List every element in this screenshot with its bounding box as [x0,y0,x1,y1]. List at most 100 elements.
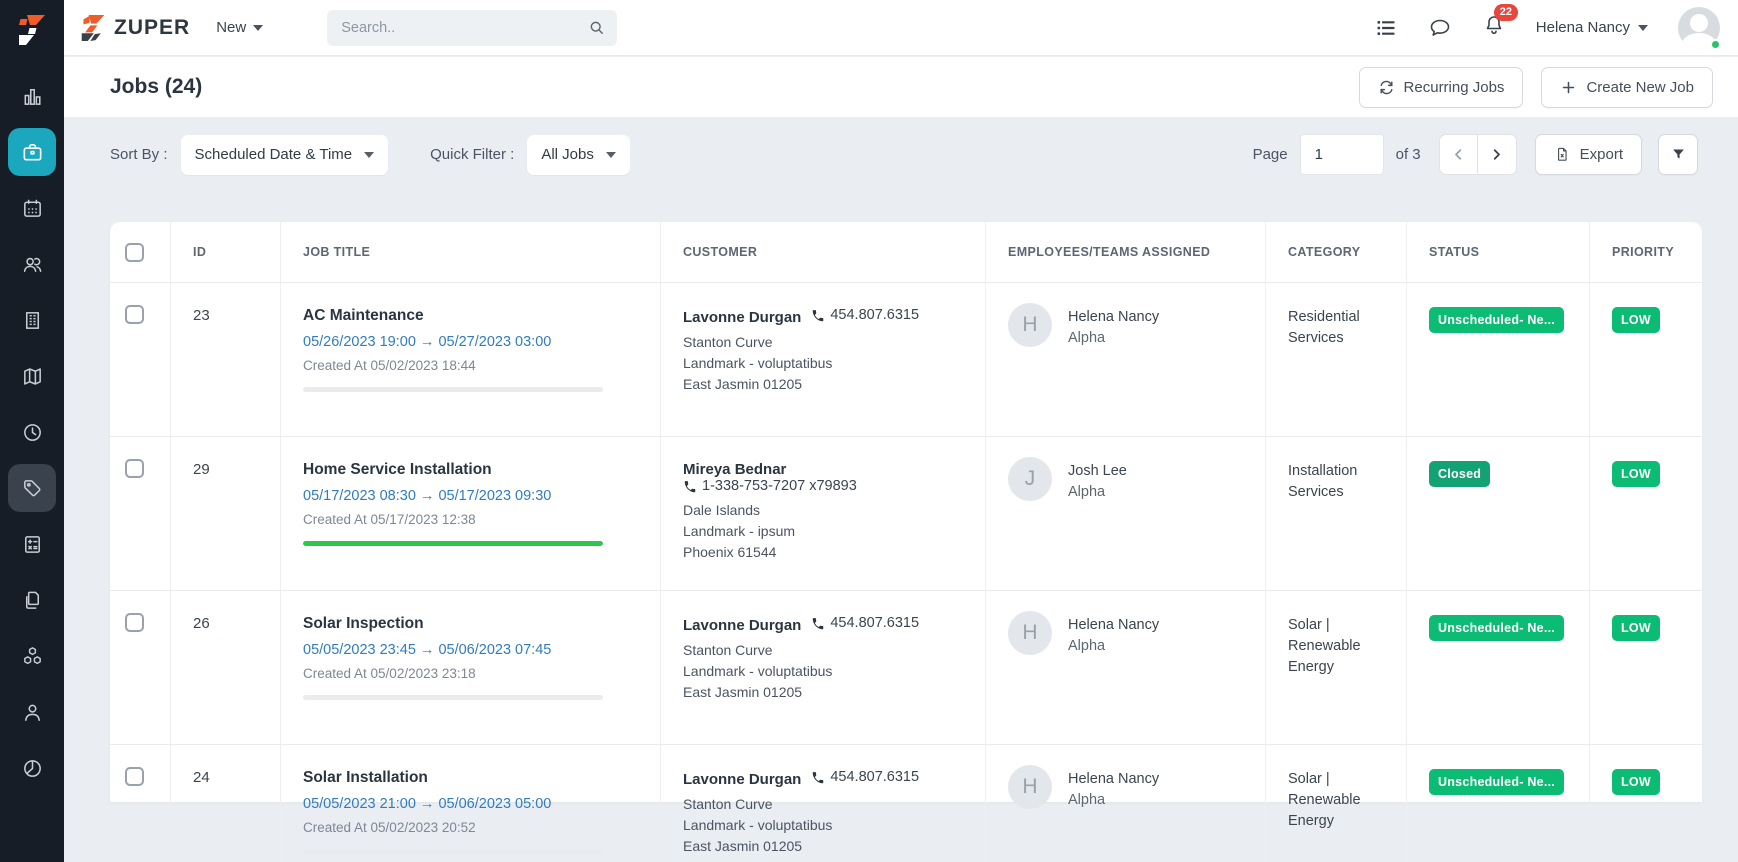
chevron-left-icon [1454,149,1461,160]
page-title: Jobs (24) [110,75,203,98]
team-name: Alpha [1068,638,1106,654]
priority-cell: LOW [1589,436,1702,590]
plus-icon [1563,81,1575,93]
col-priority: PRIORITY [1589,222,1702,282]
job-schedule-link[interactable]: 05/26/2023 19:00 → 05/27/2023 03:00 [303,334,644,350]
sidebar-item-customers[interactable] [8,688,56,736]
search-input[interactable] [327,9,618,46]
job-schedule-link[interactable]: 05/05/2023 23:45 → 05/06/2023 07:45 [303,642,644,658]
calculator-icon [24,535,40,553]
priority-badge: LOW [1612,461,1660,487]
row-checkbox[interactable] [125,305,144,324]
app-root: ZUPER New 22 Helena Nancy [0,0,1738,862]
customer-cell: Lavonne Durgan 454.807.6315 Stanton Curv… [660,744,985,862]
person-icon [24,704,40,721]
status-badge: Unscheduled- Ne... [1429,615,1565,641]
export-file-icon [1557,147,1567,161]
customer-phone[interactable]: 1-338-753-7207 x79893 [683,478,857,494]
job-title[interactable]: AC Maintenance [303,307,644,325]
recurring-jobs-button[interactable]: Recurring Jobs [1358,66,1524,108]
priority-cell: LOW [1589,744,1702,862]
funnel-icon [1672,149,1684,159]
row-checkbox[interactable] [125,613,144,632]
row-select-cell [110,744,170,862]
calendar-icon [23,199,41,217]
avatar[interactable] [1678,6,1721,50]
customer-cell: Mireya Bednar 1-338-753-7207 x79893 Dale… [660,436,985,590]
sidebar-item-team[interactable] [8,240,56,288]
sidebar-item-reports[interactable] [8,744,56,792]
quick-filter-dropdown[interactable]: All Jobs [527,134,630,175]
sidebar-item-documents[interactable] [8,576,56,624]
content: Sort By : Scheduled Date & Time Quick Fi… [64,117,1738,862]
customer-cell: Lavonne Durgan 454.807.6315 Stanton Curv… [660,590,985,744]
status-badge: Unscheduled- Ne... [1429,307,1565,333]
job-schedule-link[interactable]: 05/05/2023 21:00 → 05/06/2023 05:00 [303,796,644,812]
sidebar-item-estimates[interactable] [8,520,56,568]
priority-cell: LOW [1589,590,1702,744]
next-page-button[interactable] [1477,134,1517,175]
documents-icon [25,591,39,609]
customer-name[interactable]: Lavonne Durgan [683,309,801,326]
user-menu[interactable]: Helena Nancy [1536,19,1648,36]
prev-page-button[interactable] [1438,134,1478,175]
select-all-checkbox[interactable] [125,242,144,262]
job-title-cell: Solar Installation 05/05/2023 21:00 → 05… [280,744,660,862]
customer-phone[interactable]: 454.807.6315 [811,615,919,631]
job-id: 23 [170,282,280,436]
sidebar-item-parts[interactable] [8,632,56,680]
refresh-icon [1380,80,1393,94]
create-new-job-button[interactable]: Create New Job [1541,66,1713,108]
sidebar-item-map[interactable] [8,352,56,400]
col-customer: CUSTOMER [660,222,985,282]
row-checkbox[interactable] [125,767,144,786]
customer-phone[interactable]: 454.807.6315 [811,307,919,323]
phone-icon [684,481,696,493]
activity-list-icon[interactable] [1374,16,1398,40]
export-button[interactable]: Export [1534,134,1642,175]
priority-badge: LOW [1612,769,1660,795]
job-progress-bar [303,695,603,700]
brand[interactable]: ZUPER [80,14,190,42]
search-icon[interactable] [587,18,606,37]
job-title[interactable]: Solar Inspection [303,615,644,633]
user-name: Helena Nancy [1535,19,1630,36]
customer-name[interactable]: Lavonne Durgan [683,617,801,634]
category-cell: Residential Services [1265,282,1406,436]
job-title[interactable]: Solar Installation [303,769,644,787]
page-total: of 3 [1395,146,1421,163]
sort-by-value: Scheduled Date & Time [194,146,353,163]
customer-name[interactable]: Mireya Bednar [683,461,786,478]
filter-button[interactable] [1658,134,1698,175]
sidebar-item-timesheets[interactable] [8,408,56,456]
page-number-input[interactable] [1299,134,1384,175]
new-menu-button[interactable]: New [216,19,264,36]
customer-name[interactable]: Lavonne Durgan [683,771,801,788]
status-cell: Unscheduled- Ne... [1406,282,1589,436]
category-cell: Solar | Renewable Energy [1265,744,1406,862]
row-checkbox[interactable] [125,459,144,478]
briefcase-icon [23,143,41,161]
table-header: ID JOB TITLE CUSTOMER EMPLOYEES/TEAMS AS… [110,222,1702,282]
job-title[interactable]: Home Service Installation [303,461,644,479]
pie-chart-icon [23,759,41,777]
job-id: 26 [170,590,280,744]
search [327,9,618,46]
chat-icon[interactable] [1428,16,1452,40]
notification-badge: 22 [1493,4,1519,22]
priority-cell: LOW [1589,282,1702,436]
sidebar-item-tags[interactable] [8,464,56,512]
sort-by-dropdown[interactable]: Scheduled Date & Time [180,134,389,175]
topbar: ZUPER New 22 Helena Nancy [64,0,1738,56]
zuper-logo-mark[interactable] [0,0,64,60]
job-progress-bar [303,387,603,392]
sidebar-item-calendar[interactable] [8,184,56,232]
sort-by-label: Sort By : [110,146,168,163]
sidebar-item-properties[interactable] [8,296,56,344]
sidebar-item-dashboard[interactable] [8,72,56,120]
sidebar-item-jobs[interactable] [8,128,56,176]
employee-name: Helena Nancy [1068,309,1160,325]
job-schedule-link[interactable]: 05/17/2023 08:30 → 05/17/2023 09:30 [303,488,644,504]
customer-phone[interactable]: 454.807.6315 [811,769,919,785]
notifications-button[interactable]: 22 [1482,4,1519,42]
